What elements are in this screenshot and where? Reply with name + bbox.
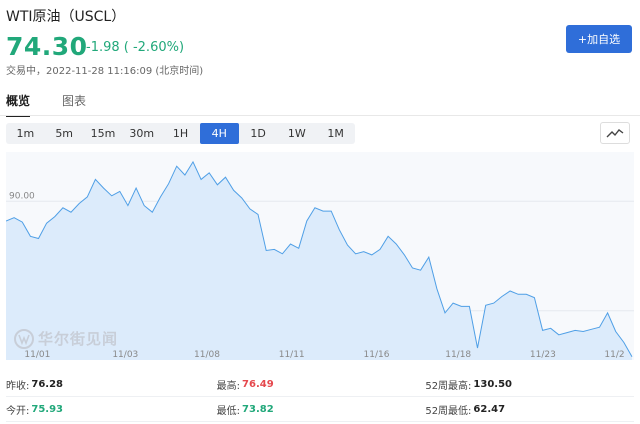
- stat-label: 52周最高:: [425, 380, 472, 392]
- price-change: -1.98 ( -2.60%): [86, 40, 185, 55]
- stat-prev-close: 昨收: 76.28: [6, 377, 217, 392]
- x-tick-label: 11/03: [112, 350, 138, 360]
- x-tick-label: 11/23: [530, 350, 556, 360]
- stat-high: 最高: 76.49: [217, 377, 426, 392]
- stat-label: 52周最低:: [425, 405, 472, 417]
- instrument-title: WTI原油（USCL）: [6, 9, 126, 25]
- watermark-text: 华尔街见闻: [38, 330, 119, 348]
- x-tick-label: 11/2: [604, 350, 624, 360]
- range-button-30m[interactable]: 30m: [122, 123, 161, 144]
- stat-value: 62.47: [473, 403, 506, 415]
- add-to-watchlist-button[interactable]: +加自选: [566, 25, 632, 53]
- range-button-1mo[interactable]: 1M: [316, 123, 355, 144]
- range-button-1d[interactable]: 1D: [239, 123, 278, 144]
- range-button-1m[interactable]: 1m: [6, 123, 45, 144]
- tab-chart[interactable]: 图表: [62, 92, 86, 117]
- x-tick-label: 11/08: [194, 350, 220, 360]
- stat-value: 73.82: [242, 403, 274, 415]
- last-price: 74.30: [6, 32, 88, 61]
- x-tick-label: 11/18: [445, 350, 471, 360]
- stat-label: 今开:: [6, 405, 30, 417]
- stat-52w-low: 52周最低: 62.47: [425, 402, 634, 417]
- tab-overview[interactable]: 概览: [6, 92, 31, 117]
- stat-label: 最高:: [216, 380, 241, 392]
- chart-type-toggle[interactable]: [600, 122, 630, 144]
- main-tabs: 概览 图表: [6, 92, 86, 117]
- y-tick-label: 90.00: [9, 191, 35, 201]
- stat-label: 最低:: [216, 405, 241, 417]
- brand-logo-icon: [14, 328, 34, 349]
- range-button-15m[interactable]: 15m: [84, 123, 123, 144]
- stat-open: 今开: 75.93: [6, 402, 217, 417]
- x-tick-label: 11/16: [364, 350, 390, 360]
- stat-label: 昨收:: [6, 380, 30, 392]
- stat-value: 75.93: [31, 403, 64, 415]
- stat-low: 最低: 73.82: [217, 402, 426, 417]
- watermark: 华尔街见闻: [14, 328, 118, 349]
- stats-table: 昨收: 76.28 最高: 76.49 52周最高: 130.50 今开: 75…: [6, 372, 634, 422]
- stat-value: 76.28: [31, 378, 64, 390]
- time-range-selector: 1m 5m 15m 30m 1H 4H 1D 1W 1M: [6, 123, 355, 144]
- stats-row: 今开: 75.93 最低: 73.82 52周最低: 62.47: [6, 397, 634, 422]
- range-button-5m[interactable]: 5m: [45, 123, 84, 144]
- stat-value: 76.49: [242, 378, 274, 390]
- x-tick-label: 11/11: [279, 350, 305, 360]
- stat-value: 130.50: [473, 378, 513, 390]
- stat-52w-high: 52周最高: 130.50: [425, 377, 634, 392]
- range-button-1h[interactable]: 1H: [161, 123, 200, 144]
- x-tick-label: 11/01: [24, 350, 50, 360]
- trading-status: 交易中，2022-11-28 11:16:09 (北京时间): [6, 66, 204, 77]
- tab-divider: [0, 115, 640, 116]
- range-button-4h[interactable]: 4H: [199, 123, 239, 144]
- range-button-1w[interactable]: 1W: [277, 123, 316, 144]
- stats-row: 昨收: 76.28 最高: 76.49 52周最高: 130.50: [6, 372, 634, 397]
- line-chart-icon: [606, 129, 624, 138]
